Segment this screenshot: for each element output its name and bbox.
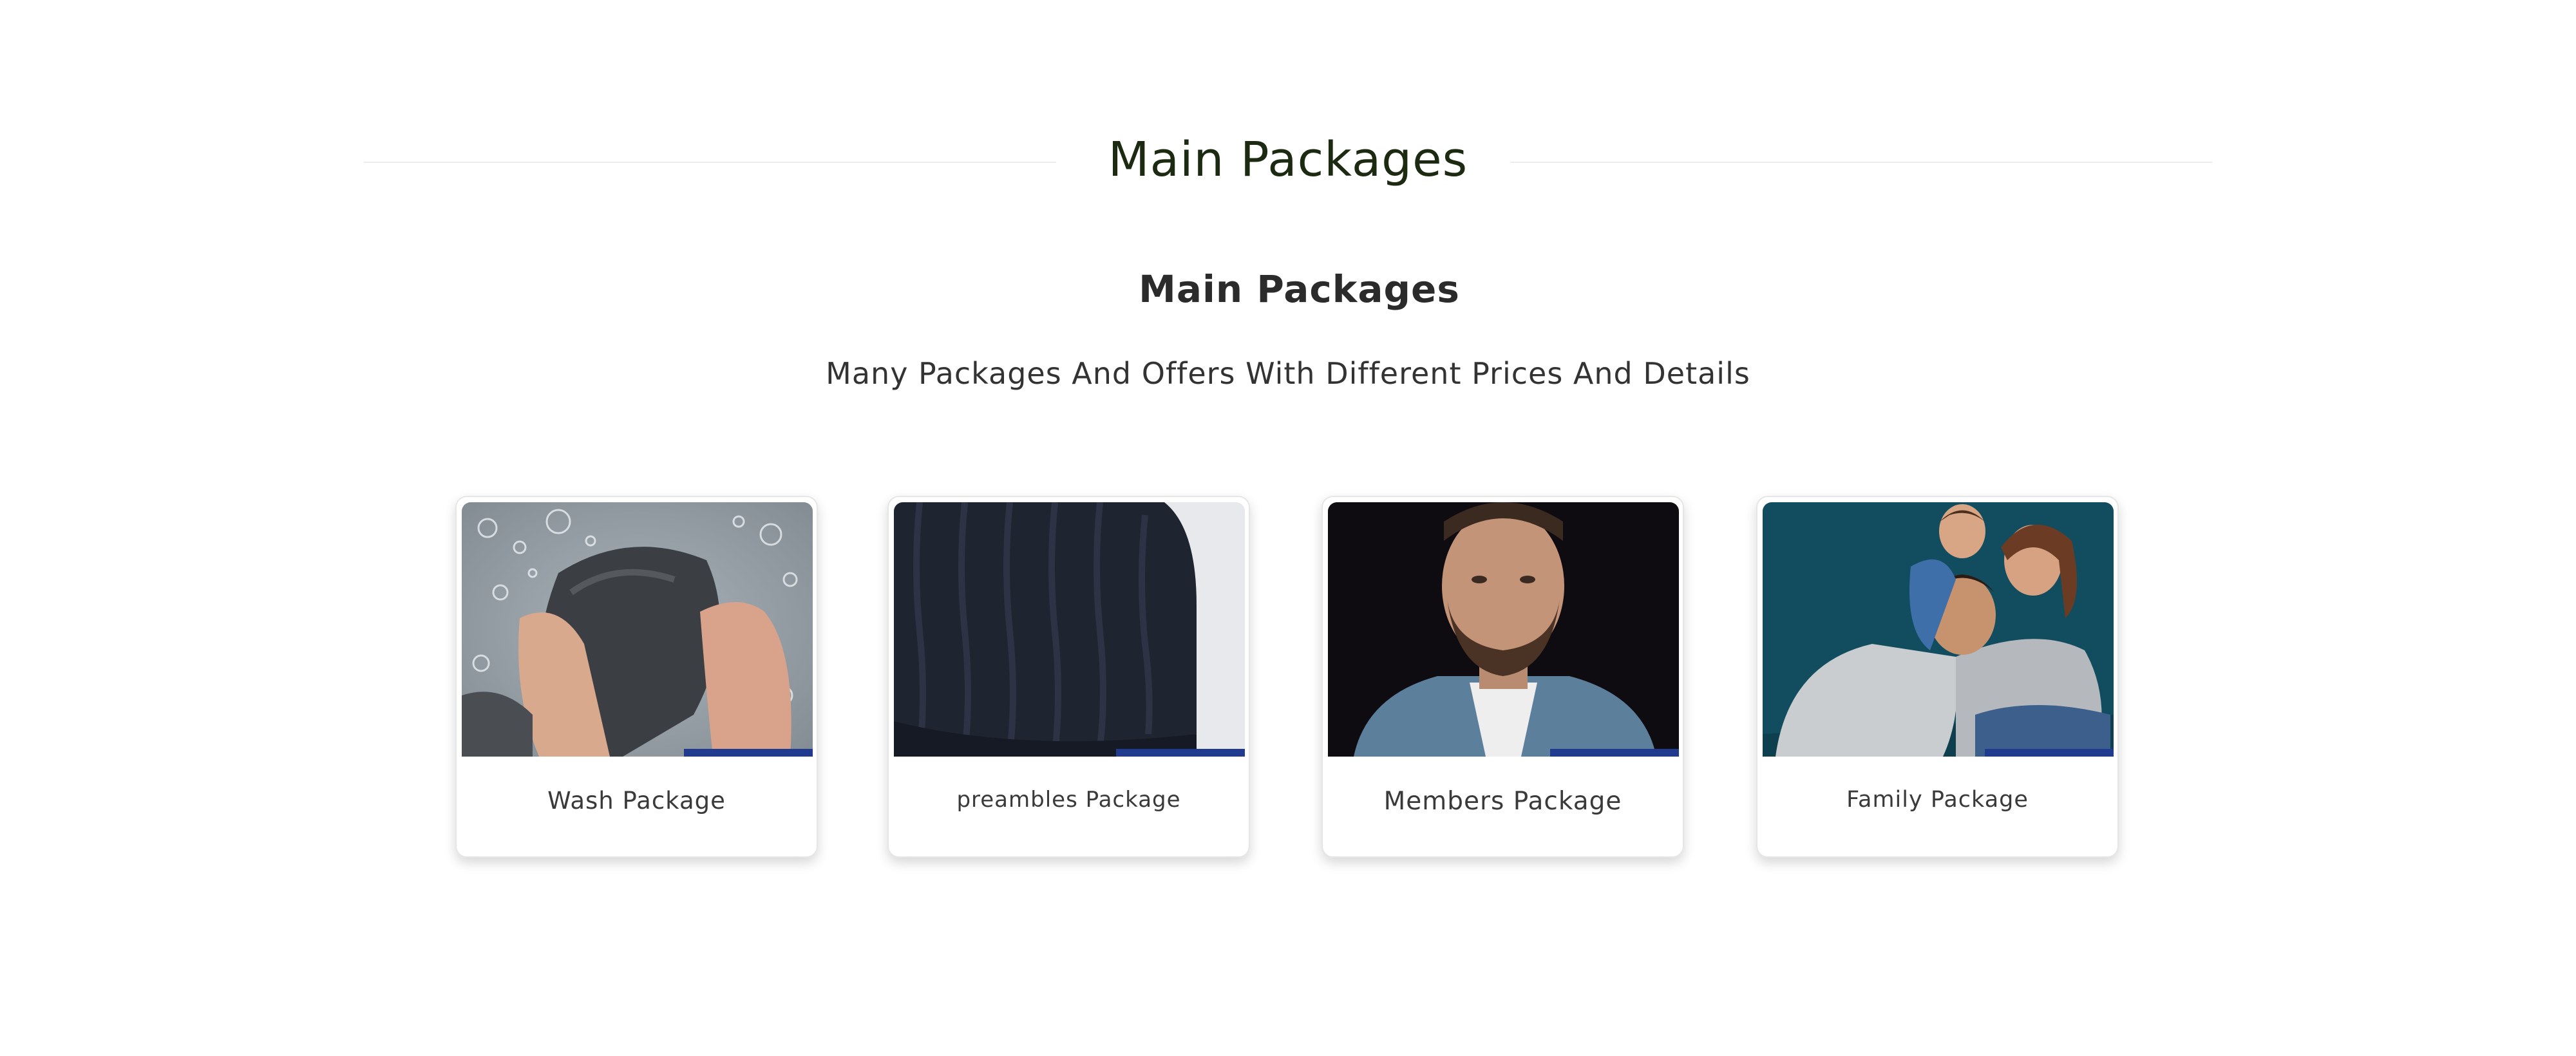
man-portrait-photo bbox=[1328, 502, 1679, 757]
section-tagline: Many Packages And Offers With Different … bbox=[826, 356, 1750, 391]
section-header: Main Packages bbox=[364, 132, 2212, 190]
package-label[interactable]: Wash Package bbox=[457, 787, 817, 815]
page: Main Packages Main Packages Many Package… bbox=[0, 0, 2576, 1056]
card-accent-bar bbox=[1550, 749, 1679, 757]
folded-knit-blanket-photo bbox=[894, 502, 1245, 757]
section-title: Main Packages bbox=[1108, 132, 1468, 187]
package-label[interactable]: preambles Package bbox=[889, 787, 1249, 813]
package-card-family[interactable]: Family Package bbox=[1756, 496, 2119, 858]
package-card-members[interactable]: Members Package bbox=[1321, 496, 1684, 858]
package-label[interactable]: Members Package bbox=[1323, 787, 1683, 816]
package-card-wash[interactable]: Wash Package bbox=[455, 496, 818, 858]
card-accent-bar bbox=[1116, 749, 1245, 757]
hands-washing-fabric-photo bbox=[462, 502, 813, 757]
card-accent-bar bbox=[684, 749, 813, 757]
package-label[interactable]: Family Package bbox=[1757, 787, 2117, 813]
card-accent-bar bbox=[1985, 749, 2114, 757]
family-portrait-photo bbox=[1763, 502, 2114, 757]
section-subtitle: Main Packages bbox=[1139, 267, 1460, 311]
package-card-preambles[interactable]: preambles Package bbox=[887, 496, 1250, 858]
